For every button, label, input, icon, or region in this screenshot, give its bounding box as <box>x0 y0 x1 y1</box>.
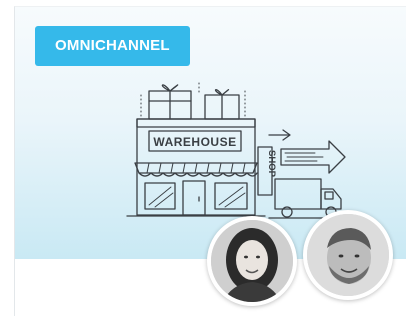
category-badge[interactable]: OMNICHANNEL <box>35 26 190 66</box>
warehouse-sign: WAREHOUSE <box>153 135 236 149</box>
warehouse-shop-illustration: WAREHOUSE SHOP <box>126 82 350 219</box>
avatar-woman <box>207 216 297 306</box>
arrow-right-icon <box>268 129 346 174</box>
gift-box-icon <box>148 84 240 120</box>
avatar-man <box>303 210 393 300</box>
omnichannel-card[interactable]: OMNICHANNEL WAREHOUSE SHOP <box>14 6 406 316</box>
shop-sign: SHOP <box>266 150 277 178</box>
